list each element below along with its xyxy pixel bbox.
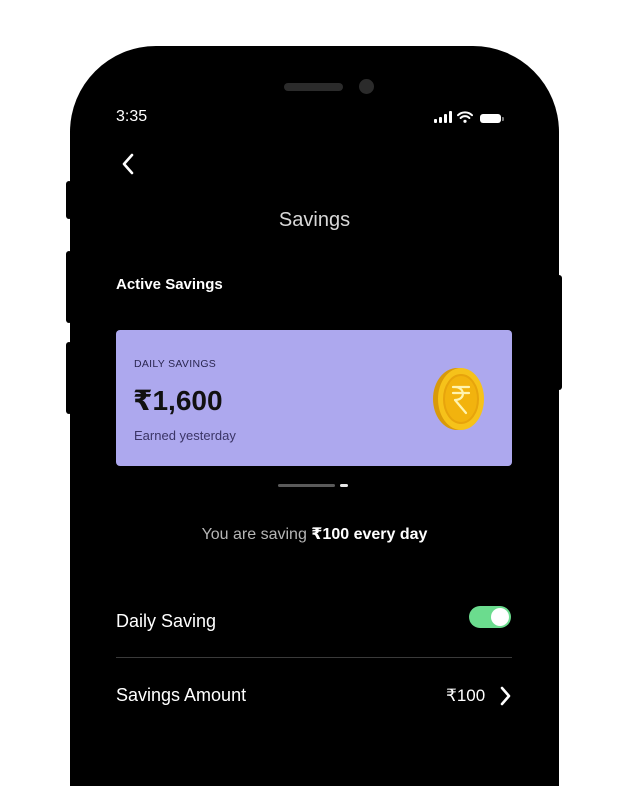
active-savings-heading: Active Savings <box>116 276 223 293</box>
pager-dot-active[interactable] <box>340 484 348 487</box>
card-label: DAILY SAVINGS <box>134 358 217 370</box>
daily-saving-toggle[interactable] <box>469 606 511 628</box>
speaker-grille <box>284 83 343 91</box>
back-button[interactable] <box>116 150 140 178</box>
daily-savings-card[interactable]: DAILY SAVINGS ₹1,600 Earned yesterday <box>116 330 512 466</box>
phone-screen: 3:35 Savings Active Savings DAILY SAVING… <box>70 46 559 786</box>
toggle-knob <box>491 608 509 626</box>
savings-amount-label: Savings Amount <box>116 685 247 705</box>
saving-summary: You are saving ₹100 every day <box>70 524 559 544</box>
card-amount: ₹1,600 <box>133 385 223 416</box>
status-time: 3:35 <box>116 108 148 125</box>
card-subtitle: Earned yesterday <box>134 428 236 443</box>
wifi-icon <box>457 111 473 123</box>
savings-amount-value[interactable]: ₹100 <box>446 686 485 706</box>
status-icons <box>434 111 504 123</box>
rupee-coin-icon <box>433 368 484 430</box>
daily-saving-label: Daily Saving <box>116 611 217 631</box>
divider <box>116 657 512 658</box>
signal-icon <box>434 111 452 123</box>
saving-summary-amount: ₹100 every day <box>311 526 428 543</box>
front-camera <box>359 79 374 94</box>
chevron-left-icon <box>122 153 134 175</box>
page-title: Savings <box>278 209 351 231</box>
carousel-pager <box>278 484 348 487</box>
saving-summary-prefix: You are saving <box>201 526 312 543</box>
battery-icon <box>480 114 504 123</box>
pager-dot[interactable] <box>278 484 335 487</box>
chevron-right-icon[interactable] <box>498 685 512 707</box>
